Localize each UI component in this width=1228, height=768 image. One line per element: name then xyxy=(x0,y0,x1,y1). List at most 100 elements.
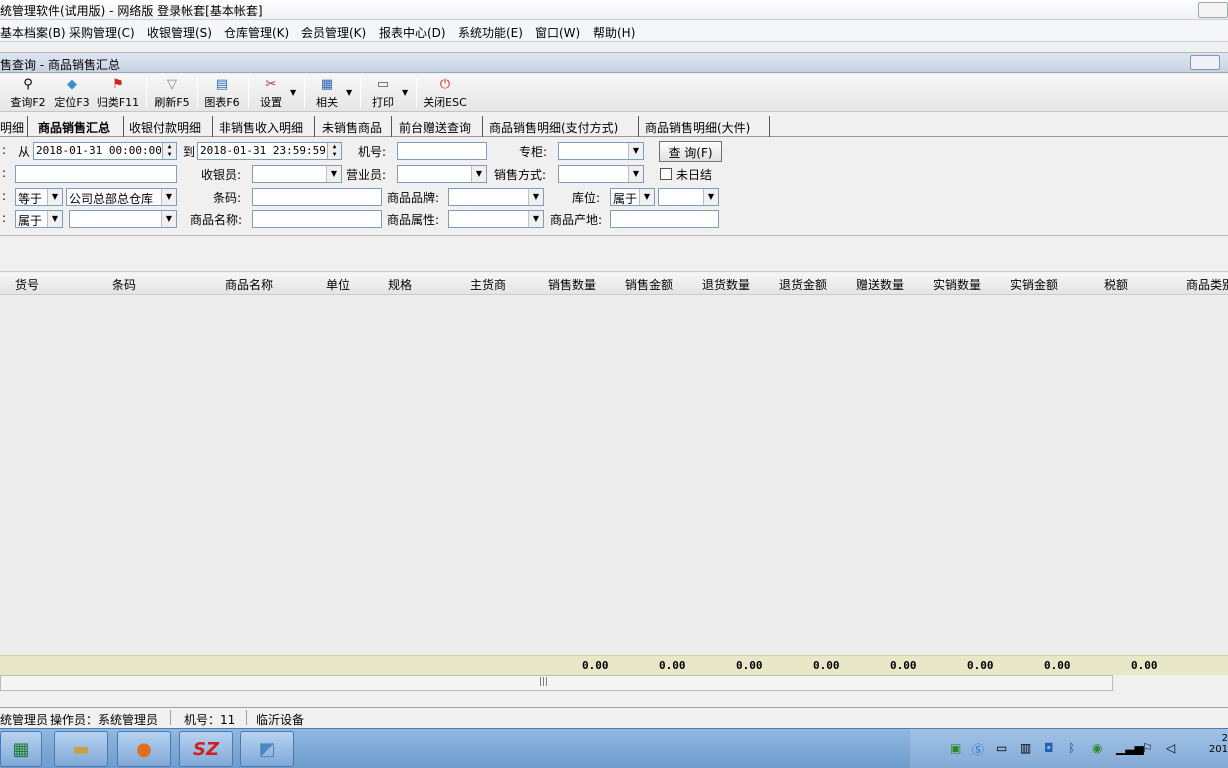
col-net-qty[interactable]: 实销数量 xyxy=(933,276,981,293)
menu-help[interactable]: 帮助(H) xyxy=(593,24,635,41)
print-dropdown-arrow-icon[interactable]: ▼ xyxy=(402,88,408,97)
col-barcode[interactable]: 条码 xyxy=(112,276,136,293)
location-operator-select[interactable]: 属于 ▼ xyxy=(610,188,655,206)
clock[interactable]: 2 201 xyxy=(1206,733,1228,755)
print-button[interactable]: ▭ 打印 xyxy=(366,76,400,110)
col-return-amount[interactable]: 退货金额 xyxy=(779,276,827,293)
shield-icon[interactable]: ◘ xyxy=(1044,741,1054,755)
end-datetime-spinner[interactable]: ▲ ▼ xyxy=(327,143,341,159)
unsettled-checkbox[interactable] xyxy=(660,168,672,180)
col-item-no[interactable]: 货号 xyxy=(15,276,39,293)
chevron-down-icon: ▼ xyxy=(47,211,62,227)
col-return-qty[interactable]: 退货数量 xyxy=(702,276,750,293)
network-icon[interactable]: ▥ xyxy=(1020,741,1031,755)
volume-icon[interactable]: ◁ xyxy=(1166,741,1175,755)
menu-member[interactable]: 会员管理(K) xyxy=(301,24,366,41)
total-net-qty: 0.00 xyxy=(967,659,994,672)
query-button[interactable]: ⚲ 查询F2 xyxy=(8,76,48,110)
tab-cashier-payment-detail[interactable]: 收银付款明细 xyxy=(129,116,213,137)
query-submit-button[interactable]: 查 询(F) xyxy=(659,141,722,162)
brand-label: 商品品牌: xyxy=(387,191,440,205)
total-gift-qty: 0.00 xyxy=(890,659,917,672)
minimize-button[interactable] xyxy=(1198,2,1228,18)
col-gift-qty[interactable]: 赠送数量 xyxy=(856,276,904,293)
related-dropdown-arrow-icon[interactable]: ▼ xyxy=(346,88,352,97)
grid-body[interactable] xyxy=(0,295,1228,655)
menu-reports[interactable]: 报表中心(D) xyxy=(379,24,446,41)
tab-sales-detail-large[interactable]: 商品销售明细(大件) xyxy=(645,116,770,137)
signal-icon[interactable]: ▁▃▅ xyxy=(1116,741,1144,755)
total-return-qty: 0.00 xyxy=(736,659,763,672)
browser-taskbar-button[interactable]: ● xyxy=(117,731,171,767)
row2-input[interactable] xyxy=(15,165,177,183)
tab-detail[interactable]: 明细 xyxy=(0,116,28,137)
classify-button[interactable]: ⚑ 归类F11 xyxy=(96,76,140,110)
chevron-down-icon: ▼ xyxy=(703,189,718,205)
sz-app-taskbar-button[interactable]: SZ xyxy=(179,731,233,767)
menu-system[interactable]: 系统功能(E) xyxy=(458,24,523,41)
menu-warehouse[interactable]: 仓库管理(K) xyxy=(224,24,289,41)
col-sales-qty[interactable]: 销售数量 xyxy=(548,276,596,293)
category-operator-select[interactable]: 属于 ▼ xyxy=(15,210,63,228)
related-button[interactable]: ▦ 相关 xyxy=(310,76,344,110)
locate-button[interactable]: ◆ 定位F3 xyxy=(52,76,92,110)
status-user: 统管理员 xyxy=(0,713,49,727)
barcode-input[interactable] xyxy=(252,188,382,206)
security-icon[interactable]: ◉ xyxy=(1092,741,1102,755)
end-datetime-input[interactable]: 2018-01-31 23:59:59 ▲ ▼ xyxy=(197,142,342,160)
explorer-taskbar-button[interactable]: ▬ xyxy=(54,731,108,767)
window-taskbar-button[interactable]: ◩ xyxy=(240,731,294,767)
bluetooth-icon[interactable]: ᛒ xyxy=(1068,741,1075,755)
col-net-amount[interactable]: 实销金额 xyxy=(1010,276,1058,293)
tab-sales-detail-payment[interactable]: 商品销售明细(支付方式) xyxy=(489,116,639,137)
menu-window[interactable]: 窗口(W) xyxy=(535,24,580,41)
col-sales-amount[interactable]: 销售金额 xyxy=(625,276,673,293)
start-datetime-input[interactable]: 2018-01-31 00:00:00 ▲ ▼ xyxy=(33,142,177,160)
tab-non-sales-income-detail[interactable]: 非销售收入明细 xyxy=(219,116,315,137)
col-category[interactable]: 商品类别 xyxy=(1186,276,1228,293)
category-select[interactable]: ▼ xyxy=(69,210,177,228)
tab-unsold-goods[interactable]: 未销售商品 xyxy=(322,116,392,137)
origin-input[interactable] xyxy=(610,210,719,228)
machine-input[interactable] xyxy=(397,142,487,160)
menu-basic-files[interactable]: 基本档案(B) xyxy=(0,24,66,41)
horizontal-scrollbar[interactable]: ||| xyxy=(0,675,1113,691)
col-goods-name[interactable]: 商品名称 xyxy=(225,276,273,293)
name-input[interactable] xyxy=(252,210,382,228)
brand-select[interactable]: ▼ xyxy=(448,188,544,206)
cashier-select[interactable]: ▼ xyxy=(252,165,342,183)
col-supplier[interactable]: 主货商 xyxy=(470,276,506,293)
warehouse-select[interactable]: 公司总部总仓库 ▼ xyxy=(66,188,177,206)
skype-icon[interactable]: Ⓢ xyxy=(972,741,984,758)
sales-person-label: 营业员: xyxy=(346,168,387,182)
folder-icon: ▬ xyxy=(72,738,90,760)
flag-tray-icon[interactable]: ⚐ xyxy=(1142,741,1153,755)
barcode-label: 条码: xyxy=(213,191,242,205)
menu-purchase[interactable]: 采购管理(C) xyxy=(69,24,135,41)
refresh-button[interactable]: ▽ 刷新F5 xyxy=(152,76,192,110)
warehouse-operator-select[interactable]: 等于 ▼ xyxy=(15,188,63,206)
col-tax[interactable]: 税额 xyxy=(1104,276,1128,293)
system-tray: ▣ Ⓢ ▭ ▥ ◘ ᛒ ◉ ▁▃▅ ⚐ ◁ 2 201 xyxy=(910,729,1228,768)
attr-select[interactable]: ▼ xyxy=(448,210,544,228)
col-unit[interactable]: 单位 xyxy=(326,276,350,293)
monitor-icon[interactable]: ▭ xyxy=(996,741,1007,755)
sales-person-select[interactable]: ▼ xyxy=(397,165,487,183)
power-icon: ⏻ xyxy=(439,77,451,92)
sale-mode-select[interactable]: ▼ xyxy=(558,165,644,183)
child-minimize-button[interactable] xyxy=(1190,55,1220,70)
settings-button[interactable]: ✂ 设置 xyxy=(254,76,288,110)
sz-app-icon: SZ xyxy=(192,738,219,760)
close-button[interactable]: ⏻ 关闭ESC xyxy=(421,76,469,110)
settings-dropdown-arrow-icon[interactable]: ▼ xyxy=(290,88,296,97)
chart-button[interactable]: ▤ 图表F6 xyxy=(202,76,242,110)
location-select[interactable]: ▼ xyxy=(658,188,719,206)
menu-cashier[interactable]: 收银管理(S) xyxy=(147,24,212,41)
start-datetime-spinner[interactable]: ▲ ▼ xyxy=(162,143,176,159)
tab-sales-summary[interactable]: 商品销售汇总 xyxy=(38,116,124,137)
tray-app-icon[interactable]: ▣ xyxy=(950,741,961,755)
tab-gift-query[interactable]: 前台赠送查询 xyxy=(399,116,483,137)
col-spec[interactable]: 规格 xyxy=(388,276,412,293)
counter-select[interactable]: ▼ xyxy=(558,142,644,160)
excel-taskbar-button[interactable]: ▦ xyxy=(0,731,42,767)
